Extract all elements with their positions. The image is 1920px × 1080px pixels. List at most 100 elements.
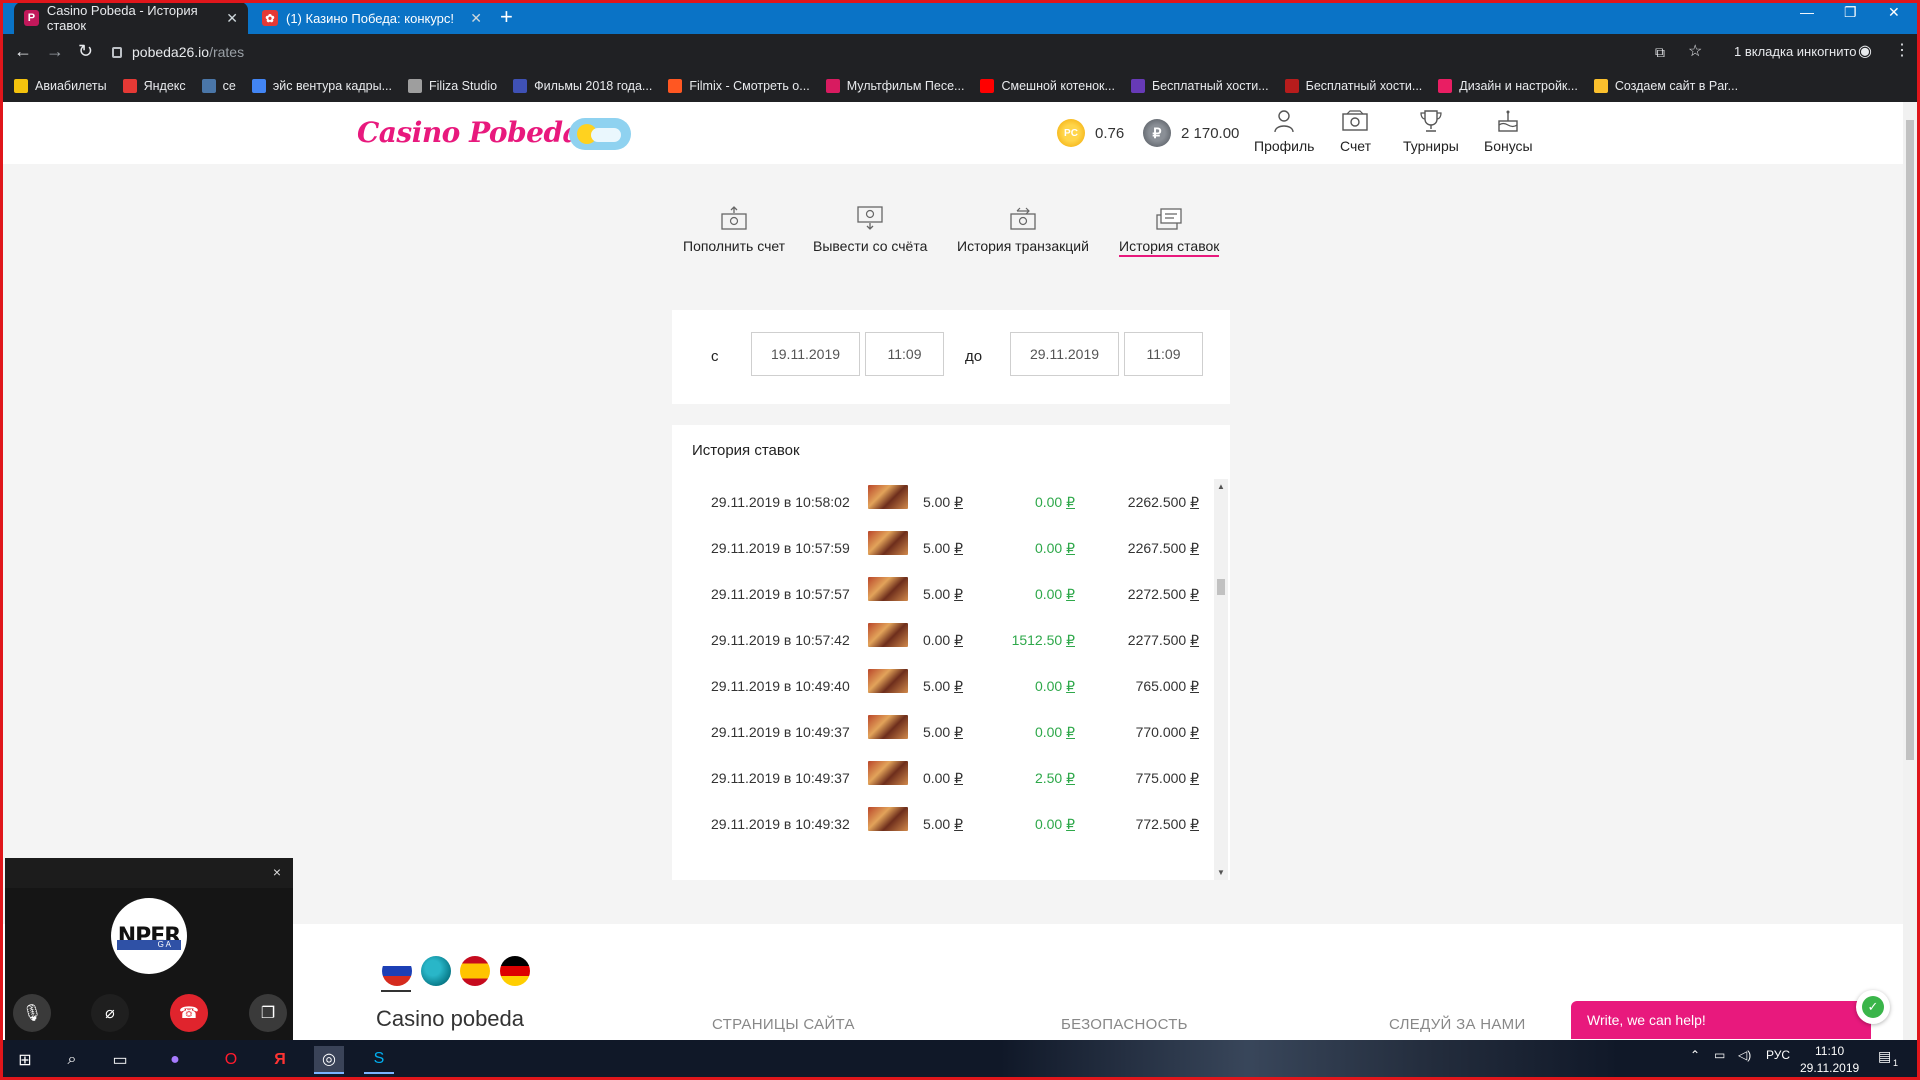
bookmark-item[interactable]: Яндекс [122, 79, 186, 93]
win-amount-value: 0.00 [1034, 724, 1063, 740]
video-call-window: × NPER G A 🎙 ⌀ ☎ ❐ [5, 858, 293, 1040]
bookmark-item[interactable]: Мультфильм Песе... [825, 79, 964, 93]
history-scrollbar[interactable]: ▲ ▼ [1214, 479, 1228, 880]
bet-history-row: 29.11.2019 в 10:49:37 5.00 ₽0.00 ₽770.000… [672, 709, 1214, 755]
minimize-icon[interactable]: — [1800, 4, 1814, 20]
tab-deposit[interactable]: Пополнить счет [683, 206, 785, 254]
chat-widget-button[interactable]: Write, we can help! [1571, 1001, 1871, 1039]
site-logo[interactable]: Casino Pobeda [357, 116, 581, 149]
history-title: История ставок [692, 442, 800, 459]
win-amount: 0.00 ₽ [1035, 586, 1075, 603]
game-thumbnail[interactable] [868, 715, 908, 739]
win-amount: 0.00 ₽ [1035, 816, 1075, 833]
bookmark-item[interactable]: Бесплатный хости... [1284, 79, 1422, 93]
clock-time: 11:10 [1815, 1044, 1845, 1058]
game-thumbnail[interactable] [868, 485, 908, 509]
bookmark-item[interactable]: се [201, 79, 236, 93]
bookmark-item[interactable]: Бесплатный хости... [1130, 79, 1269, 93]
tab-label: История транзакций [957, 238, 1089, 254]
game-thumbnail[interactable] [868, 577, 908, 601]
close-tab-icon[interactable]: ✕ [470, 10, 482, 27]
russian-flag-icon[interactable] [382, 956, 412, 986]
win-amount-value: 0.00 [1034, 816, 1063, 832]
tab-withdraw[interactable]: Вывести со счёта [813, 206, 927, 254]
to-date-field[interactable]: 29.11.2019 [1010, 332, 1119, 376]
game-thumbnail[interactable] [868, 807, 908, 831]
game-thumbnail[interactable] [868, 623, 908, 647]
nav-bonuses[interactable]: Бонусы [1484, 108, 1533, 154]
address-bar[interactable]: pobeda26.io/rates [112, 38, 1684, 66]
new-tab-icon[interactable]: + [500, 4, 513, 30]
bookmark-star-icon[interactable]: ☆ [1688, 41, 1702, 61]
close-window-icon[interactable]: ✕ [1888, 4, 1900, 21]
translate-icon[interactable]: ⧉ [1655, 44, 1665, 61]
search-icon[interactable]: ⌕ [57, 1046, 87, 1074]
bookmark-item[interactable]: Авиабилеты [14, 79, 107, 93]
restore-icon[interactable]: ❐ [1844, 4, 1857, 21]
incognito-icon[interactable]: ◉ [1858, 41, 1872, 61]
bet-history-row: 29.11.2019 в 10:49:37 0.00 ₽2.50 ₽775.000… [672, 755, 1214, 801]
bookmark-item[interactable]: Смешной котенок... [980, 79, 1115, 93]
forward-icon[interactable]: → [46, 41, 64, 62]
back-icon[interactable]: ← [14, 41, 32, 62]
reload-icon[interactable]: ↻ [78, 41, 93, 62]
bookmark-item[interactable]: Фильмы 2018 года... [513, 79, 652, 93]
to-time-field[interactable]: 11:09 [1124, 332, 1203, 376]
tray-overflow-icon[interactable]: ⌃ [1690, 1048, 1700, 1062]
from-time-field[interactable]: 11:09 [865, 332, 944, 376]
bet-history-row: 29.11.2019 в 10:57:57 5.00 ₽0.00 ₽2272.50… [672, 571, 1214, 617]
spanish-flag-icon[interactable] [460, 956, 490, 986]
scroll-up-icon[interactable]: ▲ [1217, 482, 1225, 491]
globe-icon[interactable] [421, 956, 451, 986]
language-indicator[interactable]: РУС [1766, 1048, 1790, 1062]
game-thumbnail[interactable] [868, 761, 908, 785]
skype-icon[interactable]: S [364, 1046, 394, 1074]
notifications-icon[interactable]: ▤ [1878, 1048, 1891, 1065]
yandex-browser-icon[interactable]: Я [265, 1046, 295, 1074]
page-scroll-thumb[interactable] [1906, 120, 1914, 760]
bookmark-item[interactable]: Filmix - Смотреть о... [668, 79, 810, 93]
alice-icon[interactable]: ● [160, 1046, 190, 1074]
win-amount: 0.00 ₽ [1035, 678, 1075, 695]
browser-tab-active[interactable]: P Casino Pobeda - История ставок ✕ [14, 2, 248, 34]
nav-profile[interactable]: Профиль [1254, 108, 1314, 154]
browser-tab[interactable]: ✿ (1) Казино Победа: конкурс! ✕ [252, 2, 492, 34]
nav-account[interactable]: Счет [1340, 108, 1371, 154]
tab-bet-history[interactable]: История ставок [1119, 206, 1220, 257]
windows-start-icon[interactable]: ⊞ [10, 1046, 40, 1074]
bookmark-item[interactable]: Filiza Studio [408, 79, 497, 93]
hang-up-icon[interactable]: ☎ [170, 994, 208, 1032]
microphone-icon[interactable]: 🎙 [13, 994, 51, 1032]
close-tab-icon[interactable]: ✕ [226, 10, 238, 27]
bookmark-item[interactable]: эйс вентура кадры... [251, 79, 392, 93]
incognito-label[interactable]: 1 вкладка инкогнито [1734, 44, 1857, 59]
switch-window-icon[interactable]: ❐ [249, 994, 287, 1032]
bookmark-item[interactable]: Дизайн и настройк... [1438, 79, 1578, 93]
from-label: с [711, 348, 719, 365]
page-scrollbar[interactable] [1903, 102, 1917, 1040]
nav-tournaments[interactable]: Турниры [1403, 108, 1459, 154]
bookmark-item[interactable]: Создаем сайт в Par... [1593, 79, 1738, 93]
tab-transactions[interactable]: История транзакций [957, 206, 1089, 254]
game-thumbnail[interactable] [868, 669, 908, 693]
scroll-thumb[interactable] [1217, 579, 1225, 595]
task-view-icon[interactable]: ▭ [105, 1046, 135, 1074]
clock-date: 29.11.2019 [1800, 1061, 1860, 1075]
chat-secure-badge: ✓ [1856, 990, 1890, 1024]
taskbar-clock[interactable]: 11:10 29.11.2019 [1800, 1043, 1859, 1077]
bet-amount: 5.00 ₽ [923, 678, 963, 695]
scroll-down-icon[interactable]: ▼ [1217, 868, 1225, 877]
network-icon[interactable]: ▭ [1714, 1048, 1725, 1062]
camera-off-icon[interactable]: ⌀ [91, 994, 129, 1032]
bet-amount-value: 5.00 [922, 494, 951, 510]
german-flag-icon[interactable] [500, 956, 530, 986]
opera-icon[interactable]: O [216, 1046, 246, 1074]
close-call-icon[interactable]: × [273, 864, 281, 880]
vk-favicon-icon: ✿ [262, 10, 278, 26]
chrome-icon[interactable]: ◎ [314, 1046, 344, 1074]
bet-history-list[interactable]: 29.11.2019 в 10:58:02 5.00 ₽0.00 ₽2262.50… [672, 479, 1214, 880]
volume-icon[interactable]: ◁) [1738, 1048, 1751, 1062]
from-date-field[interactable]: 19.11.2019 [751, 332, 860, 376]
game-thumbnail[interactable] [868, 531, 908, 555]
menu-icon[interactable]: ⋮ [1894, 40, 1910, 60]
